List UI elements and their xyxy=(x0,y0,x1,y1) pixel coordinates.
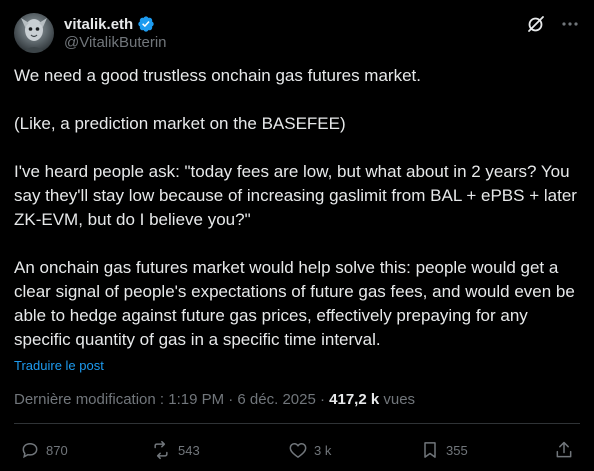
share-button[interactable] xyxy=(554,440,574,460)
tweet-paragraph: An onchain gas futures market would help… xyxy=(14,258,575,349)
tweet-paragraph: I've heard people ask: "today fees are l… xyxy=(14,162,577,229)
repost-count: 543 xyxy=(178,442,200,458)
bookmark-icon xyxy=(424,442,436,458)
like-icon xyxy=(289,443,307,458)
views-label: vues xyxy=(379,391,416,408)
verified-badge-icon xyxy=(137,15,155,33)
reply-icon xyxy=(22,442,38,459)
like-count: 3 k xyxy=(314,442,332,458)
tweet-paragraph: (Like, a prediction market on the BASEFE… xyxy=(14,114,346,133)
header-actions xyxy=(526,14,580,34)
author-display-name[interactable]: vitalik.eth xyxy=(64,16,133,33)
like-button[interactable]: 3 k xyxy=(288,440,331,460)
author-name-row: vitalik.eth xyxy=(64,14,155,34)
repost-icon xyxy=(154,440,168,460)
bookmark-button[interactable]: 355 xyxy=(420,440,468,460)
share-icon xyxy=(556,441,572,458)
avatar[interactable] xyxy=(14,13,54,53)
more-icon[interactable] xyxy=(560,14,580,34)
grok-icon[interactable] xyxy=(526,14,546,34)
reply-button[interactable]: 870 xyxy=(20,440,68,460)
translate-post-link[interactable]: Traduire le post xyxy=(14,358,104,373)
tweet-meta: Dernière modification : 1:19 PM · 6 déc.… xyxy=(14,391,415,408)
views-count: 417,2 k xyxy=(329,391,380,408)
bookmark-count: 355 xyxy=(446,442,468,458)
action-bar: 870 543 3 k 355 xyxy=(20,440,574,462)
tweet-paragraph: We need a good trustless onchain gas fut… xyxy=(14,66,421,85)
reply-count: 870 xyxy=(46,442,68,458)
author-handle[interactable]: @VitalikButerin xyxy=(64,34,167,51)
tweet-text: We need a good trustless onchain gas fut… xyxy=(14,64,580,352)
divider xyxy=(14,423,580,424)
timestamp[interactable]: Dernière modification : 1:19 PM · 6 déc.… xyxy=(14,391,329,408)
repost-button[interactable]: 543 xyxy=(150,440,200,460)
